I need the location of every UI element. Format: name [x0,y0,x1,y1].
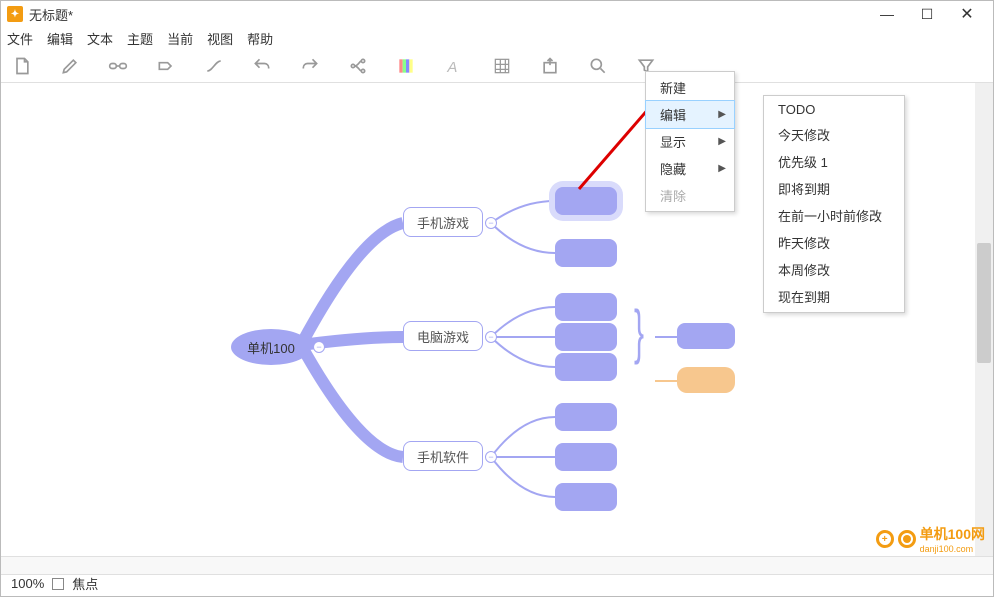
app-icon: ✦ [7,6,23,22]
undo-icon[interactable] [251,56,273,76]
menu-theme[interactable]: 主题 [127,29,153,48]
sub-thisweek[interactable]: 本周修改 [764,256,904,283]
watermark: + 单机100网 danji100.com [876,524,985,554]
leaf-node[interactable] [555,239,617,267]
menu-help[interactable]: 帮助 [247,29,273,48]
focus-label: 焦点 [72,574,98,593]
summary-node-orange[interactable] [677,367,735,393]
leaf-node[interactable] [555,323,617,351]
menu-current[interactable]: 当前 [167,29,193,48]
sub-nowdue[interactable]: 现在到期 [764,283,904,310]
svg-text:A: A [446,58,457,75]
maximize-button[interactable]: ☐ [907,1,947,27]
window-title: 无标题* [29,5,867,24]
export-icon[interactable] [539,56,561,76]
link-icon[interactable] [107,56,129,76]
leaf-node[interactable] [555,403,617,431]
brace-icon: } [634,297,644,366]
root-node[interactable]: 单机100 [231,329,311,365]
minimize-button[interactable]: — [867,1,907,27]
branch-3-label: 手机软件 [417,447,469,466]
status-bar: 100% 焦点 [1,556,993,596]
zoom-level[interactable]: 100% [11,576,44,591]
close-button[interactable]: ✕ [947,1,987,27]
root-label: 单机100 [247,338,295,357]
ctx-clear: 清除 [646,182,734,209]
watermark-url: danji100.com [920,544,985,554]
title-bar: ✦ 无标题* — ☐ ✕ [1,1,993,27]
status-track [1,557,993,575]
focus-checkbox[interactable] [52,578,64,590]
watermark-logo-icon [898,530,916,548]
branch-3-handle[interactable]: − [485,451,497,463]
sub-today[interactable]: 今天修改 [764,121,904,148]
scrollbar-thumb[interactable] [977,243,991,363]
ctx-new-label: 新建 [660,78,686,97]
context-submenu: TODO 今天修改 优先级 1 即将到期 在前一小时前修改 昨天修改 本周修改 … [763,95,905,313]
summary-node[interactable] [677,323,735,349]
sub-todo[interactable]: TODO [764,98,904,121]
ctx-edit[interactable]: 编辑 ▶ [646,101,734,128]
color-icon[interactable] [395,56,417,76]
branch-node-1[interactable]: 手机游戏 [403,207,483,237]
vertical-scrollbar[interactable] [975,83,993,556]
leaf-node[interactable] [555,443,617,471]
branch-2-handle[interactable]: − [485,331,497,343]
submenu-arrow-icon: ▶ [718,136,726,147]
ctx-hide-label: 隐藏 [660,159,686,178]
submenu-arrow-icon: ▶ [718,109,726,120]
sub-soon[interactable]: 即将到期 [764,175,904,202]
ctx-new[interactable]: 新建 [646,74,734,101]
ctx-clear-label: 清除 [660,186,686,205]
menu-bar: 文件 编辑 文本 主题 当前 视图 帮助 [1,27,993,49]
branch-node-2[interactable]: 电脑游戏 [403,321,483,351]
ctx-edit-label: 编辑 [660,105,686,124]
ctx-show-label: 显示 [660,132,686,151]
branch-1-label: 手机游戏 [417,213,469,232]
menu-file[interactable]: 文件 [7,29,33,48]
menu-view[interactable]: 视图 [207,29,233,48]
branch-icon[interactable] [347,56,369,76]
pencil-icon[interactable] [59,56,81,76]
sub-priority1[interactable]: 优先级 1 [764,148,904,175]
root-collapse-handle[interactable]: − [313,341,325,353]
redo-icon[interactable] [299,56,321,76]
grid-icon[interactable] [491,56,513,76]
context-menu: 新建 编辑 ▶ 显示 ▶ 隐藏 ▶ 清除 [645,71,735,212]
search-icon[interactable] [587,56,609,76]
watermark-logo-icon: + [876,530,894,548]
font-icon[interactable]: A [443,56,465,76]
menu-text[interactable]: 文本 [87,29,113,48]
submenu-arrow-icon: ▶ [718,163,726,174]
watermark-name: 单机100网 [920,524,985,544]
branch-2-label: 电脑游戏 [417,327,469,346]
branch-1-handle[interactable]: − [485,217,497,229]
sub-lasthour[interactable]: 在前一小时前修改 [764,202,904,229]
menu-edit[interactable]: 编辑 [47,29,73,48]
toolbar: A [1,49,993,83]
leaf-node[interactable] [555,483,617,511]
ctx-show[interactable]: 显示 ▶ [646,128,734,155]
sub-yesterday[interactable]: 昨天修改 [764,229,904,256]
tag-icon[interactable] [155,56,177,76]
leaf-node[interactable] [555,353,617,381]
connector-icon[interactable] [203,56,225,76]
branch-node-3[interactable]: 手机软件 [403,441,483,471]
ctx-hide[interactable]: 隐藏 ▶ [646,155,734,182]
new-file-icon[interactable] [11,56,33,76]
leaf-node[interactable] [555,293,617,321]
